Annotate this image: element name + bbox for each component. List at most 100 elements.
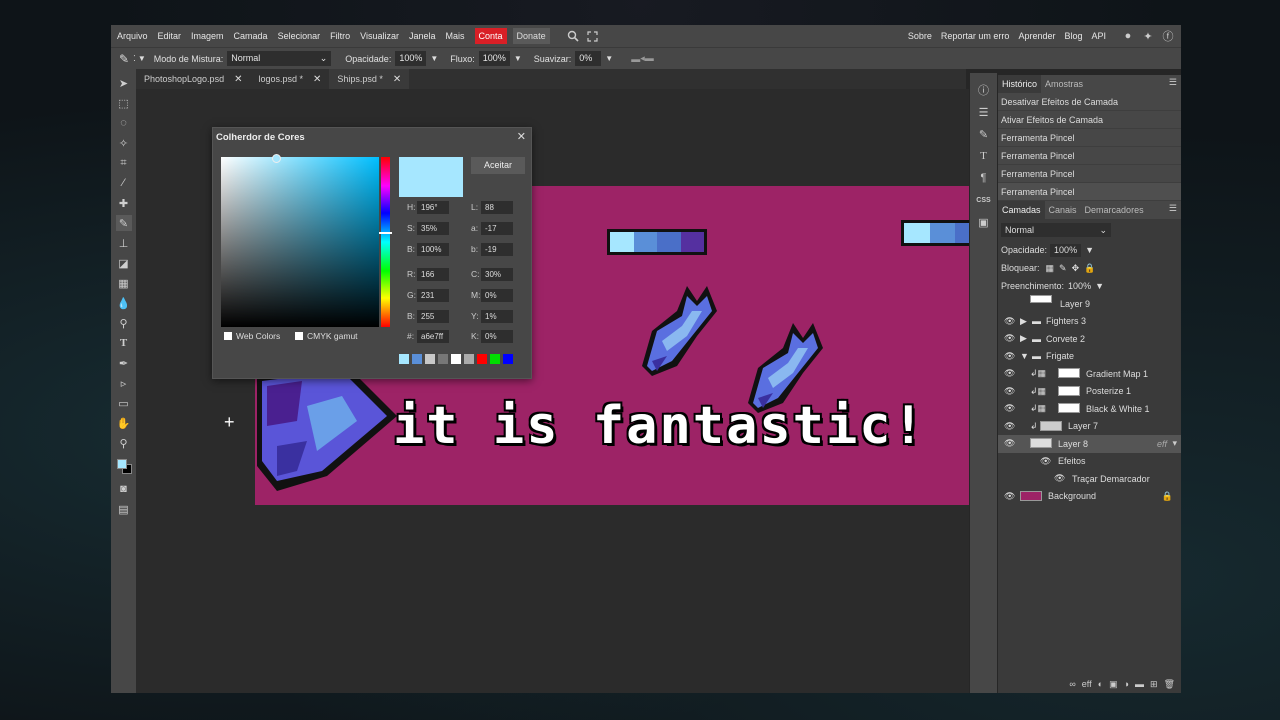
adjustment-layer-icon[interactable]: ◐ [1098, 679, 1103, 689]
tab-canais[interactable]: Canais [1045, 201, 1081, 219]
menu-camada[interactable]: Camada [234, 31, 268, 41]
magenta-input[interactable]: 0% [481, 288, 513, 302]
color-swatch[interactable] [438, 354, 448, 364]
chevron-down-icon[interactable]: ▾ [1172, 438, 1177, 449]
menu-aprender[interactable]: Aprender [1018, 31, 1055, 41]
fullscreen-icon[interactable] [586, 29, 600, 43]
screen-mode-icon[interactable]: ▤ [116, 501, 132, 517]
eye-icon[interactable]: 👁 [1040, 456, 1051, 467]
web-colors-checkbox[interactable]: Web Colors [224, 331, 280, 341]
layer-row[interactable]: Layer 9 [998, 295, 1181, 313]
red-input[interactable]: 166 [417, 267, 449, 281]
quick-mask-icon[interactable]: ◙ [116, 481, 132, 497]
delete-layer-icon[interactable]: 🗑 [1164, 679, 1175, 690]
eye-icon[interactable]: 👁 [1004, 333, 1015, 344]
history-item[interactable]: Ferramenta Pincel [998, 165, 1181, 183]
color-swatch[interactable] [503, 354, 513, 364]
menu-editar[interactable]: Editar [158, 31, 182, 41]
flow-input[interactable]: 100% [478, 51, 510, 66]
tab-historico[interactable]: Histórico [998, 75, 1042, 93]
clone-stamp-icon[interactable]: ⊥ [116, 235, 132, 251]
layer-row[interactable]: 👁 ▶ ▬ Corvete 2 [998, 330, 1181, 348]
color-cursor[interactable] [272, 154, 281, 163]
lasso-tool-icon[interactable]: ◌ [116, 115, 132, 131]
type-tool-icon[interactable]: T [116, 335, 132, 351]
menu-visualizar[interactable]: Visualizar [360, 31, 399, 41]
character-icon[interactable]: T [976, 148, 992, 164]
panel-menu-icon[interactable]: ☰ [1169, 77, 1177, 88]
hue-input[interactable]: 196° [417, 200, 449, 214]
tab-logos[interactable]: logos.psd * ✕ [250, 69, 329, 89]
opacity-dropdown-icon[interactable]: ▼ [1085, 245, 1094, 255]
color-swatch[interactable] [399, 354, 409, 364]
hand-tool-icon[interactable]: ✋ [116, 415, 132, 431]
menu-arquivo[interactable]: Arquivo [117, 31, 148, 41]
tab-amostras[interactable]: Amostras [1041, 75, 1087, 93]
eye-icon[interactable]: 👁 [1004, 438, 1015, 449]
expand-arrow-icon[interactable]: ▶ [1020, 333, 1027, 344]
color-swatch[interactable] [464, 354, 474, 364]
link-layers-icon[interactable]: ∞ [1069, 679, 1075, 689]
checkbox-box[interactable] [224, 332, 232, 340]
lock-all-icon[interactable]: 🔒 [1084, 263, 1095, 274]
reddit-icon[interactable]: ● [1121, 29, 1135, 43]
eyedropper-icon[interactable]: ⁄ [116, 175, 132, 191]
yellow-input[interactable]: 1% [481, 309, 513, 323]
lab-b-input[interactable]: -19 [481, 242, 513, 256]
tab-photoshoplogo[interactable]: PhotoshopLogo.psd ✕ [136, 69, 250, 89]
panel-menu-icon[interactable]: ☰ [1169, 203, 1177, 214]
eraser-icon[interactable]: ◪ [116, 255, 132, 271]
adjustments-icon[interactable]: ☰ [976, 104, 992, 120]
menu-imagem[interactable]: Imagem [191, 31, 224, 41]
color-swatch[interactable] [412, 354, 422, 364]
close-icon[interactable]: ✕ [313, 74, 321, 85]
close-icon[interactable]: ✕ [393, 74, 401, 85]
layer-row[interactable]: 👁 ↲▦ Gradient Map 1 [998, 365, 1181, 383]
color-swatch[interactable] [451, 354, 461, 364]
magic-wand-icon[interactable]: ✧ [116, 135, 132, 151]
tab-demarcadores[interactable]: Demarcadores [1081, 201, 1148, 219]
css-icon[interactable]: CSS [976, 192, 992, 208]
color-swatch[interactable] [490, 354, 500, 364]
pen-tool-icon[interactable]: ✒ [116, 355, 132, 371]
layer-mask-icon[interactable]: ▣ [1109, 679, 1118, 690]
hex-input[interactable]: a6e7ff [417, 329, 449, 343]
color-swatch[interactable] [477, 354, 487, 364]
color-swatch[interactable] [425, 354, 435, 364]
eye-icon[interactable]: 👁 [1054, 473, 1065, 484]
history-item[interactable]: Ferramenta Pincel [998, 183, 1181, 201]
fill-input[interactable]: 100% [1064, 280, 1095, 293]
dodge-tool-icon[interactable]: ⚲ [116, 315, 132, 331]
menu-sobre[interactable]: Sobre [908, 31, 932, 41]
eye-icon[interactable]: 👁 [1004, 403, 1015, 414]
paragraph-icon[interactable]: ¶ [976, 170, 992, 186]
close-icon[interactable]: ✕ [517, 130, 526, 143]
foreground-color-swatch[interactable] [116, 459, 127, 469]
smooth-dropdown-icon[interactable]: ▼ [605, 54, 613, 63]
path-select-icon[interactable]: ▹ [116, 375, 132, 391]
blue-input[interactable]: 255 [417, 309, 449, 323]
info-icon[interactable]: ⓘ [976, 82, 992, 98]
marquee-tool-icon[interactable]: ⬚ [116, 95, 132, 111]
checkbox-box[interactable] [295, 332, 303, 340]
twitter-icon[interactable]: ✦ [1141, 29, 1155, 43]
lab-l-input[interactable]: 88 [481, 200, 513, 214]
image-icon[interactable]: ▣ [976, 214, 992, 230]
brush-preset-dropdown[interactable]: ⁚ ▼ [133, 54, 146, 63]
shape-tool-icon[interactable]: ▭ [116, 395, 132, 411]
lock-position-icon[interactable]: ✥ [1072, 263, 1080, 274]
layer-row[interactable]: 👁 ↲▦ Black & White 1 [998, 400, 1181, 418]
menu-mais[interactable]: Mais [446, 31, 465, 41]
history-item[interactable]: Ativar Efeitos de Camada [998, 111, 1181, 129]
brush-settings-icon[interactable]: ✎ [976, 126, 992, 142]
layer-effects-icon[interactable]: eff [1082, 679, 1092, 689]
expand-arrow-icon[interactable]: ▶ [1020, 316, 1027, 327]
facebook-icon[interactable]: ⓕ [1161, 29, 1175, 43]
blur-tool-icon[interactable]: 💧 [116, 295, 132, 311]
move-tool-icon[interactable]: ➤ [116, 75, 132, 91]
lock-transparency-icon[interactable]: ▦ [1046, 263, 1055, 274]
healing-brush-icon[interactable]: ✚ [116, 195, 132, 211]
brush-tool-icon[interactable]: ✎ [115, 215, 132, 231]
menu-janela[interactable]: Janela [409, 31, 436, 41]
new-folder-icon[interactable]: ▬ [1135, 679, 1144, 689]
